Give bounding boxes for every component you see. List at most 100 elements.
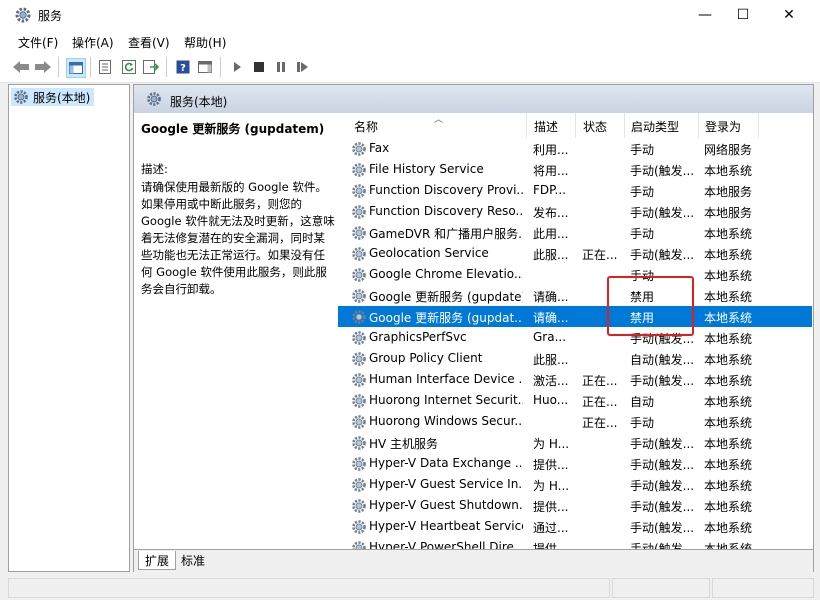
services-gear-icon: [15, 7, 31, 23]
service-gear-icon: [352, 247, 366, 261]
service-row[interactable]: Hyper-V Guest Service In... 为 H... 手动(触发..…: [338, 474, 812, 495]
service-name-cell: Hyper-V Heartbeat Service: [369, 519, 523, 533]
service-row[interactable]: Google 更新服务 (gupdate) 请确... 禁用 本地系统: [338, 285, 812, 306]
menu-help[interactable]: 帮助(H): [184, 34, 226, 51]
service-row[interactable]: Google Chrome Elevatio... 手动 本地系统: [338, 264, 812, 285]
column-divider[interactable]: [698, 113, 699, 138]
help-button[interactable]: ?: [174, 58, 192, 76]
service-gear-icon: [352, 289, 366, 303]
service-name-cell: Huorong Internet Securit...: [369, 393, 523, 407]
service-row[interactable]: Function Discovery Provi... FDP... 手动 本地服务: [338, 180, 812, 201]
service-name-cell: Hyper-V Guest Service In...: [369, 477, 523, 491]
service-row[interactable]: HV 主机服务 为 H... 手动(触发... 本地系统: [338, 432, 812, 453]
column-header-name[interactable]: 名称: [354, 118, 378, 135]
service-logon-cell: 本地系统: [704, 374, 753, 388]
service-name-cell: Hyper-V Guest Shutdown...: [369, 498, 523, 512]
status-pane: [8, 578, 610, 598]
properties-button[interactable]: [96, 58, 114, 76]
service-description-cell: Huo...: [533, 393, 569, 407]
services-gear-icon: [147, 92, 161, 106]
service-row[interactable]: GraphicsPerfSvc Gra... 手动(触发... 本地系统: [338, 327, 812, 348]
service-logon-cell: 本地服务: [704, 185, 753, 199]
pause-service-button[interactable]: [272, 58, 290, 76]
export-list-button[interactable]: [142, 58, 160, 76]
service-gear-icon: [352, 268, 366, 282]
service-row[interactable]: File History Service 将用... 手动(触发... 本地系统: [338, 159, 812, 180]
status-pane: [712, 578, 814, 598]
maximize-button[interactable]: ☐: [720, 0, 766, 30]
tree-item-services-local[interactable]: 服务(本地): [11, 88, 95, 106]
show-hide-console-tree-button[interactable]: [66, 58, 86, 78]
service-gear-icon: [352, 226, 366, 240]
column-divider[interactable]: [624, 113, 625, 138]
column-header-status[interactable]: 状态: [583, 118, 607, 135]
restart-service-button[interactable]: [294, 58, 312, 76]
column-divider[interactable]: [575, 113, 576, 138]
stop-service-button[interactable]: [250, 58, 268, 76]
service-row[interactable]: Hyper-V Guest Shutdown... 提供... 手动(触发... 本地…: [338, 495, 812, 516]
show-action-pane-button[interactable]: [196, 58, 214, 76]
service-gear-icon: [352, 478, 366, 492]
service-row[interactable]: Hyper-V PowerShell Dire... 提供... 手动(触发... 本…: [338, 537, 812, 549]
service-name-cell: Fax: [369, 141, 390, 155]
service-row[interactable]: GameDVR 和广播用户服务... 此用... 手动 本地系统: [338, 222, 812, 243]
service-row[interactable]: Function Discovery Reso... 发布... 手动(触发... 本…: [338, 201, 812, 222]
service-name-cell: Huorong Windows Secur...: [369, 414, 523, 428]
description-text: 请确保使用最新版的 Google 软件。如果停用或中断此服务，则您的 Googl…: [141, 180, 335, 296]
service-status-cell: 正在...: [582, 395, 618, 409]
service-logon-cell: 本地系统: [704, 479, 753, 493]
menu-view[interactable]: 查看(V): [128, 34, 170, 51]
service-row[interactable]: Google 更新服务 (gupdat... 请确... 禁用 本地系统: [338, 306, 812, 327]
service-row[interactable]: Fax 利用... 手动 网络服务: [338, 138, 812, 159]
service-name-cell: Human Interface Device ...: [369, 372, 523, 386]
service-row[interactable]: Group Policy Client 此服... 自动(触发... 本地系统: [338, 348, 812, 369]
service-startup-type-cell: 手动: [630, 416, 655, 430]
console-tree: 服务(本地): [8, 84, 130, 572]
services-gear-icon: [14, 90, 28, 104]
service-logon-cell: 本地系统: [704, 290, 753, 304]
back-button[interactable]: [12, 58, 30, 76]
service-logon-cell: 本地系统: [704, 437, 753, 451]
column-header-startup-type[interactable]: 启动类型: [631, 118, 679, 135]
column-divider[interactable]: [758, 113, 759, 138]
toolbar-divider: [220, 57, 221, 77]
column-header-logon-as[interactable]: 登录为: [705, 118, 741, 135]
tab-extended[interactable]: 扩展: [138, 551, 176, 570]
menu-file[interactable]: 文件(F): [18, 34, 58, 51]
service-status-cell: 正在...: [582, 374, 618, 388]
service-startup-type-cell: 手动(触发...: [630, 164, 695, 178]
service-row[interactable]: Geolocation Service 此服... 正在... 手动(触发... 本地系…: [338, 243, 812, 264]
refresh-button[interactable]: [120, 58, 138, 76]
service-description-cell: 为 H...: [533, 479, 570, 493]
service-row[interactable]: Huorong Windows Secur... 正在... 手动 本地系统: [338, 411, 812, 432]
column-header-description[interactable]: 描述: [534, 118, 558, 135]
properties-icon: [99, 60, 111, 74]
tab-standard[interactable]: 标准: [176, 551, 210, 569]
forward-button[interactable]: [34, 58, 52, 76]
service-gear-icon: [352, 436, 366, 450]
column-divider[interactable]: [526, 113, 527, 138]
service-gear-icon: [352, 352, 366, 366]
service-logon-cell: 本地系统: [704, 542, 753, 549]
service-name-cell: Hyper-V Data Exchange ...: [369, 456, 523, 470]
close-button[interactable]: ✕: [766, 0, 812, 30]
service-name-cell: Group Policy Client: [369, 351, 483, 365]
services-panel: 服务(本地) Google 更新服务 (gupdatem) 描述: 请确保使用最…: [133, 84, 814, 572]
start-service-button[interactable]: [228, 58, 246, 76]
service-gear-icon: [352, 499, 366, 513]
service-name-cell: Google 更新服务 (gupdat...: [369, 311, 523, 325]
service-row[interactable]: Huorong Internet Securit... Huo... 正在... 自动…: [338, 390, 812, 411]
menu-action[interactable]: 操作(A): [72, 34, 114, 51]
service-logon-cell: 本地系统: [704, 353, 753, 367]
toolbar-divider: [166, 57, 167, 77]
column-header-row: ︿ 名称 描述 状态 启动类型 登录为: [338, 113, 812, 138]
service-row[interactable]: Hyper-V Heartbeat Service 通过... 手动(触发... 本地…: [338, 516, 812, 537]
service-startup-type-cell: 手动(触发...: [630, 437, 695, 451]
service-description-cell: 提供...: [533, 458, 569, 472]
service-row[interactable]: Hyper-V Data Exchange ... 提供... 手动(触发... 本地…: [338, 453, 812, 474]
service-status-cell: 正在...: [582, 416, 618, 430]
service-logon-cell: 本地系统: [704, 416, 753, 430]
service-row[interactable]: Human Interface Device ... 激活... 正在... 手动(触…: [338, 369, 812, 390]
help-icon: ?: [176, 60, 190, 74]
service-startup-type-cell: 手动(触发...: [630, 206, 695, 220]
